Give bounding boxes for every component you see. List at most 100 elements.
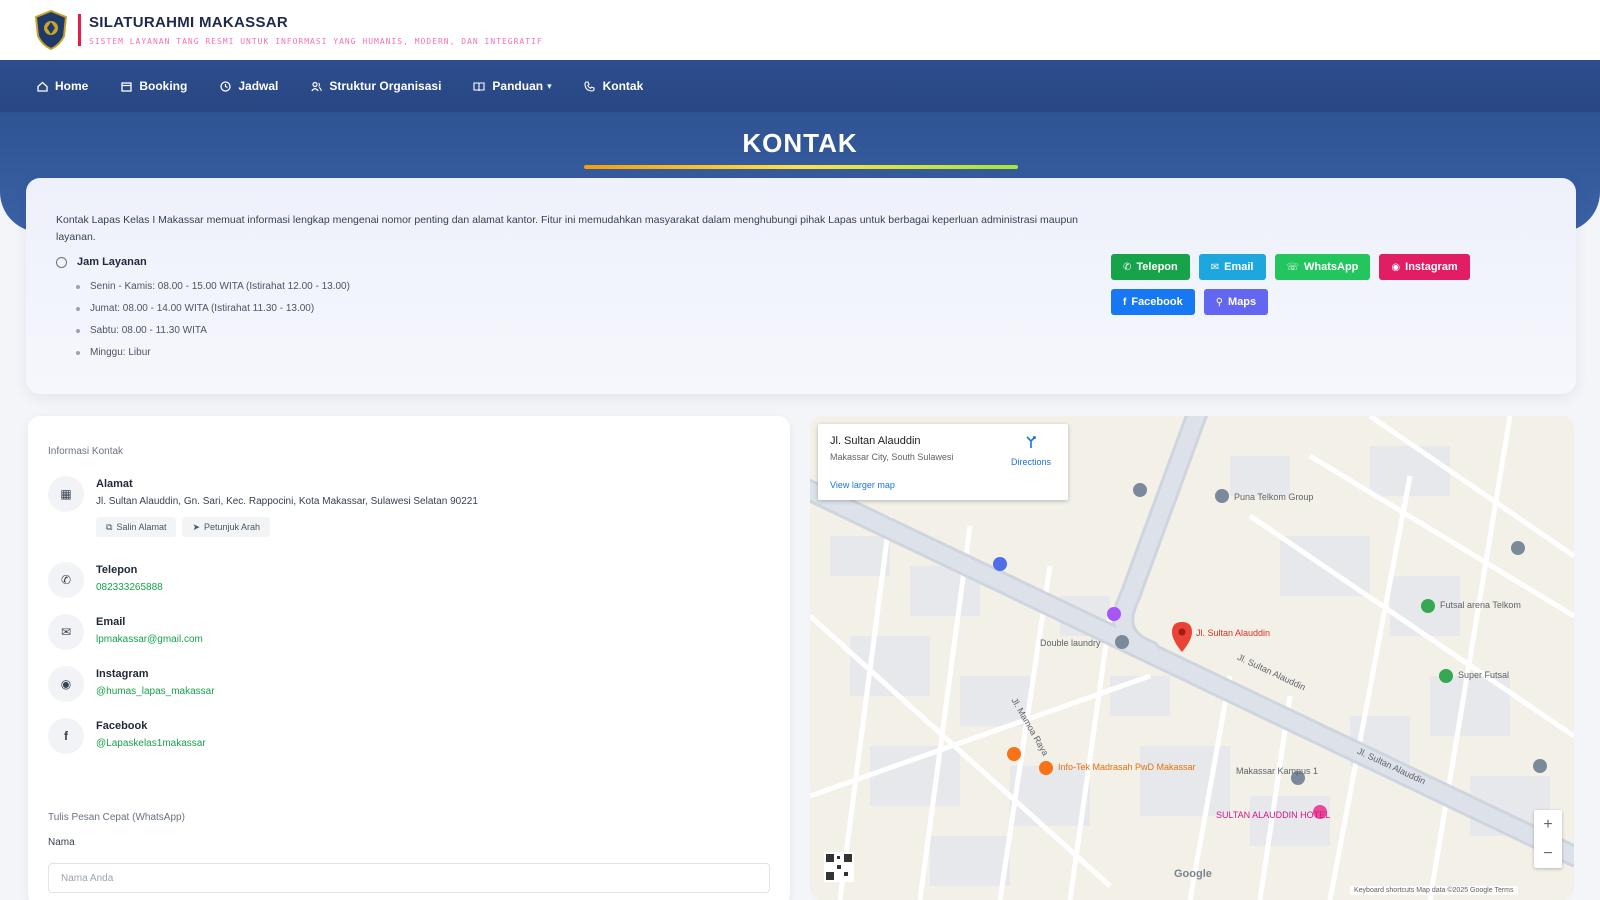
email-button[interactable]: ✉ Email — [1198, 254, 1266, 280]
whatsapp-label: WhatsApp — [1304, 261, 1359, 273]
contact-buttons: ✆ Telepon ✉ Email ☏ WhatsApp ◉ Instagram f Fa… — [1111, 254, 1551, 315]
map-pin-label: Jl. Sultan Alauddin — [1196, 628, 1271, 638]
logo-emblem-icon[interactable] — [34, 10, 68, 50]
instagram-label: Instagram — [1405, 261, 1458, 273]
nav-struktur-label: Struktur Organisasi — [329, 79, 442, 93]
directions-icon — [1026, 436, 1036, 448]
users-icon — [310, 80, 322, 92]
home-icon — [36, 80, 48, 92]
name-input[interactable] — [48, 863, 770, 893]
nav-kontak[interactable]: Kontak — [584, 79, 644, 93]
map-directions-button[interactable]: Directions — [1006, 434, 1056, 467]
title-underline — [584, 165, 1018, 169]
nav-panduan[interactable]: Panduan ▾ — [473, 79, 552, 93]
intro-text: Kontak Lapas Kelas I Makassar memuat inf… — [56, 214, 1078, 243]
map-footer[interactable]: Keyboard shortcuts Map data ©2025 Google… — [1350, 886, 1518, 895]
nav-struktur-organisasi[interactable]: Struktur Organisasi — [310, 79, 441, 93]
brand-block: SILATURAHMI MAKASSAR SISTEM LAYANAN TANG… — [78, 14, 543, 46]
hours-item: Senin - Kamis: 08.00 - 15.00 WITA (Istir… — [76, 276, 350, 298]
map-place-label: Futsal arena Telkom — [1440, 600, 1521, 610]
nav-jadwal[interactable]: Jadwal — [219, 79, 278, 93]
main-nav: Home Booking Jadwal Struktur Organisasi … — [0, 60, 1600, 112]
phone-row: ✆ Telepon 082333265888 — [48, 562, 163, 598]
map-place-label: Puna Telkom Group — [1234, 492, 1314, 502]
facebook-label: Facebook — [1131, 296, 1183, 308]
whatsapp-icon: ☏ — [1286, 261, 1300, 273]
nav-kontak-label: Kontak — [602, 79, 644, 93]
map-place-label: Makassar Kampus 1 — [1236, 766, 1319, 776]
top-header: SILATURAHMI MAKASSAR SISTEM LAYANAN TANG… — [0, 0, 1600, 60]
hours-item: Minggu: Libur — [76, 342, 350, 364]
map-info-popup: Jl. Sultan Alauddin Makassar City, South… — [818, 424, 1068, 500]
facebook-title: Facebook — [96, 720, 148, 732]
hours-list: Senin - Kamis: 08.00 - 15.00 WITA (Istir… — [76, 276, 350, 364]
clock-icon — [219, 80, 231, 92]
larger-map-link[interactable]: View larger map — [830, 480, 895, 490]
map-popup-title: Jl. Sultan Alauddin — [830, 435, 921, 447]
map-embed[interactable]: Jl. Sultan Alauddin Makassar City, South… — [810, 416, 1574, 900]
hours-heading: Jam Layanan — [56, 256, 147, 268]
map-place-label: Info-Tek Madrasah PwD Makassar — [1058, 762, 1196, 772]
facebook-row: f Facebook @Lapaskelas1makassar — [48, 718, 206, 754]
telepon-button[interactable]: ✆ Telepon — [1111, 254, 1190, 280]
mail-icon: ✉ — [1210, 261, 1220, 273]
facebook-icon: f — [48, 718, 84, 754]
directions-label: Petunjuk Arah — [204, 522, 261, 532]
building-icon: ▦ — [48, 476, 84, 512]
phone-link[interactable]: 082333265888 — [96, 582, 163, 593]
phone-title: Telepon — [96, 564, 138, 576]
map-popup-subtitle: Makassar City, South Sulawesi — [830, 452, 954, 462]
nav-booking-label: Booking — [139, 79, 188, 93]
hours-item: Sabtu: 08.00 - 11.30 WITA — [76, 320, 350, 342]
facebook-icon: f — [1123, 296, 1127, 308]
page-title: KONTAK — [742, 128, 858, 158]
zoom-out-button[interactable]: − — [1534, 839, 1562, 868]
brand-title[interactable]: SILATURAHMI MAKASSAR — [89, 14, 543, 31]
nav-home[interactable]: Home — [36, 79, 88, 93]
email-link[interactable]: lpmakassar@gmail.com — [96, 634, 203, 645]
copy-address-button[interactable]: ⧉ Salin Alamat — [96, 517, 177, 537]
instagram-button[interactable]: ◉ Instagram — [1379, 254, 1470, 280]
nav-booking[interactable]: Booking — [120, 79, 187, 93]
calendar-icon — [120, 80, 132, 92]
map-directions-label: Directions — [1010, 457, 1051, 467]
email-title: Email — [96, 616, 126, 628]
facebook-button[interactable]: f Facebook — [1111, 289, 1195, 315]
instagram-title: Instagram — [96, 668, 149, 680]
telepon-label: Telepon — [1136, 261, 1178, 273]
contact-section-title: Informasi Kontak — [48, 446, 124, 457]
zoom-in-button[interactable]: + — [1534, 810, 1562, 839]
map-place-label: SULTAN ALAUDDIN HOTEL — [1216, 810, 1331, 820]
instagram-row: ◉ Instagram @humas_lapas_makassar — [48, 666, 215, 702]
email-label: Email — [1224, 261, 1254, 273]
intro-card: Kontak Lapas Kelas I Makassar memuat inf… — [26, 178, 1576, 394]
instagram-icon: ◉ — [1391, 261, 1401, 273]
google-logo: Google — [1174, 868, 1212, 880]
clock-icon — [56, 256, 67, 268]
map-place-label: Double laundry — [1040, 638, 1101, 648]
email-row: ✉ Email lpmakassar@gmail.com — [48, 614, 203, 650]
arrow-icon: ➤ — [192, 521, 201, 532]
address-title: Alamat — [96, 478, 133, 490]
directions-button[interactable]: ➤ Petunjuk Arah — [182, 517, 271, 537]
nav-home-label: Home — [55, 79, 89, 93]
hours-item: Jumat: 08.00 - 14.00 WITA (Istirahat 11.… — [76, 298, 350, 320]
name-label: Nama — [48, 837, 75, 848]
brand-subtitle: SISTEM LAYANAN TANG RESMI UNTUK INFORMAS… — [89, 37, 543, 46]
phone-icon: ✆ — [1123, 261, 1132, 273]
chevron-down-icon: ▾ — [547, 80, 552, 91]
form-section-title: Tulis Pesan Cepat (WhatsApp) — [48, 812, 185, 823]
address-actions: ⧉ Salin Alamat ➤ Petunjuk Arah — [96, 517, 478, 537]
nav-panduan-label: Panduan — [492, 79, 544, 93]
instagram-link[interactable]: @humas_lapas_makassar — [96, 686, 215, 697]
instagram-icon: ◉ — [48, 666, 84, 702]
copy-icon: ⧉ — [106, 521, 113, 532]
whatsapp-button[interactable]: ☏ WhatsApp — [1274, 254, 1371, 280]
mail-icon: ✉ — [48, 614, 84, 650]
maps-label: Maps — [1228, 296, 1257, 308]
map-zoom-control: + − — [1534, 810, 1562, 868]
map-pin-icon: ⚲ — [1215, 296, 1224, 308]
maps-button[interactable]: ⚲ Maps — [1203, 289, 1269, 315]
facebook-link[interactable]: @Lapaskelas1makassar — [96, 738, 206, 749]
copy-address-label: Salin Alamat — [116, 522, 167, 532]
